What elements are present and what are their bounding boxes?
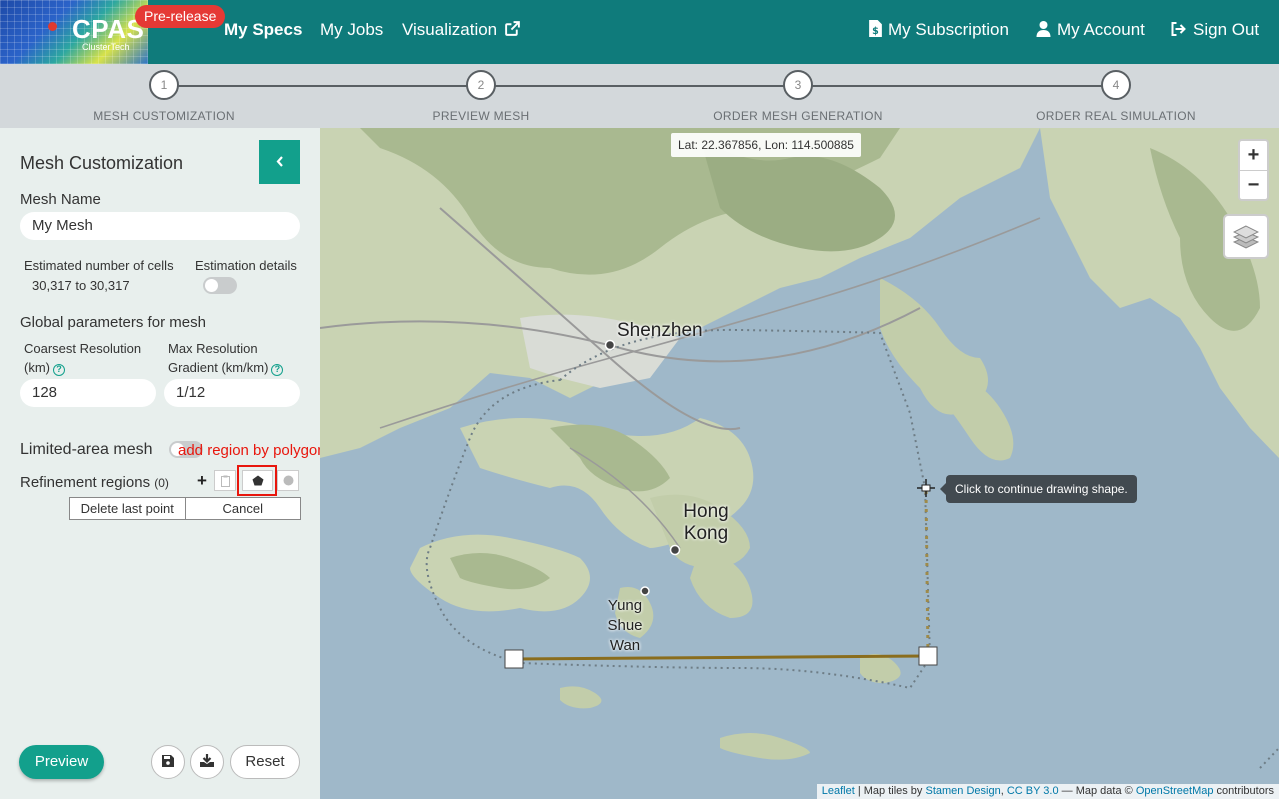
svg-text:$: $ — [872, 26, 879, 37]
pre-release-badge: Pre-release — [135, 5, 226, 28]
draw-actions: Delete last point Cancel — [69, 497, 301, 520]
annotation-highlight-box — [237, 465, 277, 496]
estimation-details-label: Estimation details — [195, 258, 297, 273]
max-gradient-unit-text: Gradient (km/km) — [168, 360, 269, 375]
annotation-text: add region by polygon — [178, 442, 326, 459]
limited-area-label: Limited-area mesh — [20, 441, 153, 458]
coordinate-readout: Lat: 22.367856, Lon: 114.500885 — [671, 133, 861, 157]
max-gradient-label: Max Resolution — [168, 341, 258, 356]
estimated-cells-label: Estimated number of cells — [24, 258, 174, 273]
max-gradient-unit: Gradient (km/km)? — [168, 360, 284, 376]
global-params-label: Global parameters for mesh — [20, 314, 206, 331]
osm-link[interactable]: OpenStreetMap — [1136, 785, 1214, 797]
map-tiles — [320, 128, 1279, 769]
circle-icon — [283, 475, 293, 486]
preview-button[interactable]: Preview — [19, 745, 104, 779]
map-attribution: Leaflet | Map tiles by Stamen Design, CC… — [816, 784, 1279, 799]
nav-visualization-label: Visualization — [402, 20, 498, 39]
collapse-sidebar-button[interactable] — [259, 140, 300, 184]
zoom-control: + − — [1238, 139, 1269, 201]
clipboard-icon — [220, 475, 230, 487]
step-4-circle[interactable]: 4 — [1101, 70, 1131, 100]
nav-my-account[interactable]: My Account — [1036, 20, 1145, 40]
step-2-circle[interactable]: 2 — [466, 70, 496, 100]
save-icon — [162, 755, 174, 767]
attribution-text-4: contributors — [1213, 785, 1274, 797]
refinement-regions-label: Refinement regions (0) — [20, 474, 169, 491]
sign-out-icon — [1171, 22, 1186, 36]
nav-visualization[interactable]: Visualization — [402, 20, 521, 40]
navbar: CPAS ClusterTech Pre-release My Specs My… — [0, 0, 1279, 64]
nav-my-subscription[interactable]: $ My Subscription — [869, 20, 1009, 40]
mesh-name-input[interactable]: My Mesh — [20, 212, 300, 240]
step-3-circle[interactable]: 3 — [783, 70, 813, 100]
coarsest-resolution-unit: (km)? — [24, 360, 65, 376]
sidebar: Mesh Customization Mesh Name My Mesh Est… — [0, 128, 326, 799]
city-label-shenzhen: Shenzhen — [617, 320, 703, 341]
refinement-regions-count: (0) — [154, 476, 169, 490]
zoom-in-button[interactable]: + — [1240, 141, 1267, 170]
step-2-label: PREVIEW MESH — [432, 109, 530, 123]
mesh-name-label: Mesh Name — [20, 191, 101, 208]
file-dollar-icon: $ — [869, 20, 882, 37]
estimated-cells-value: 30,317 to 30,317 — [32, 278, 130, 293]
user-icon — [1036, 21, 1051, 37]
external-link-icon — [505, 21, 520, 36]
progress-stepper: 1 2 3 4 MESH CUSTOMIZATION PREVIEW MESH … — [0, 64, 1279, 128]
reset-button[interactable]: Reset — [230, 745, 300, 779]
coarsest-resolution-input[interactable]: 128 — [20, 379, 156, 407]
attribution-text-1: | Map tiles by — [854, 785, 926, 797]
max-gradient-input[interactable]: 1/12 — [164, 379, 300, 407]
save-button[interactable] — [151, 745, 185, 779]
city-label-yung-shue-wan: Yung Shue Wan — [607, 597, 643, 654]
zoom-out-button[interactable]: − — [1240, 170, 1267, 199]
sidebar-title: Mesh Customization — [20, 153, 184, 173]
refinement-regions-text: Refinement regions — [20, 474, 151, 491]
help-icon[interactable]: ? — [53, 364, 65, 376]
nav-sign-out-label: Sign Out — [1193, 20, 1260, 39]
coarsest-resolution-label: Coarsest Resolution — [24, 341, 142, 356]
nav-my-specs[interactable]: My Specs — [224, 20, 302, 40]
step-1-label: MESH CUSTOMIZATION — [93, 109, 235, 123]
stepper-line — [164, 85, 1116, 87]
nav-sign-out[interactable]: Sign Out — [1170, 20, 1259, 40]
stamen-link[interactable]: Stamen Design — [925, 785, 1000, 797]
layers-button[interactable] — [1223, 214, 1269, 259]
draw-tooltip: Click to continue drawing shape. — [940, 475, 1137, 503]
map-view[interactable]: Shenzhen Hong Kong Yung Shue Wan Lat: 22.36… — [320, 128, 1279, 799]
chevron-left-icon — [276, 156, 283, 167]
leaflet-link[interactable]: Leaflet — [822, 785, 855, 797]
nav-my-account-label: My Account — [1057, 20, 1145, 39]
coarsest-resolution-unit-text: (km) — [24, 360, 50, 375]
nav-my-jobs[interactable]: My Jobs — [320, 20, 383, 40]
paste-region-button[interactable] — [214, 470, 236, 491]
help-icon[interactable]: ? — [271, 364, 284, 376]
download-button[interactable] — [190, 745, 224, 779]
delete-last-point-button[interactable]: Delete last point — [70, 498, 185, 519]
layers-icon — [1233, 225, 1259, 249]
logo-subtext: ClusterTech — [82, 42, 130, 52]
draw-circle-button[interactable] — [277, 470, 299, 491]
cancel-drawing-button[interactable]: Cancel — [184, 498, 301, 519]
logo-dot-icon — [48, 22, 57, 31]
cpas-logo[interactable]: CPAS ClusterTech — [0, 0, 148, 64]
estimation-details-toggle[interactable] — [203, 277, 237, 294]
step-1-circle[interactable]: 1 — [149, 70, 179, 100]
logo-text: CPAS — [72, 14, 145, 44]
step-3-label: ORDER MESH GENERATION — [713, 109, 883, 123]
attribution-text-3: — Map data © — [1058, 785, 1136, 797]
nav-my-subscription-label: My Subscription — [888, 20, 1009, 39]
license-link[interactable]: CC BY 3.0 — [1007, 785, 1059, 797]
step-4-label: ORDER REAL SIMULATION — [1036, 109, 1196, 123]
city-label-hong-kong: Hong Kong — [683, 501, 729, 544]
download-icon — [200, 754, 214, 767]
add-region-plus-icon[interactable]: + — [197, 471, 207, 491]
